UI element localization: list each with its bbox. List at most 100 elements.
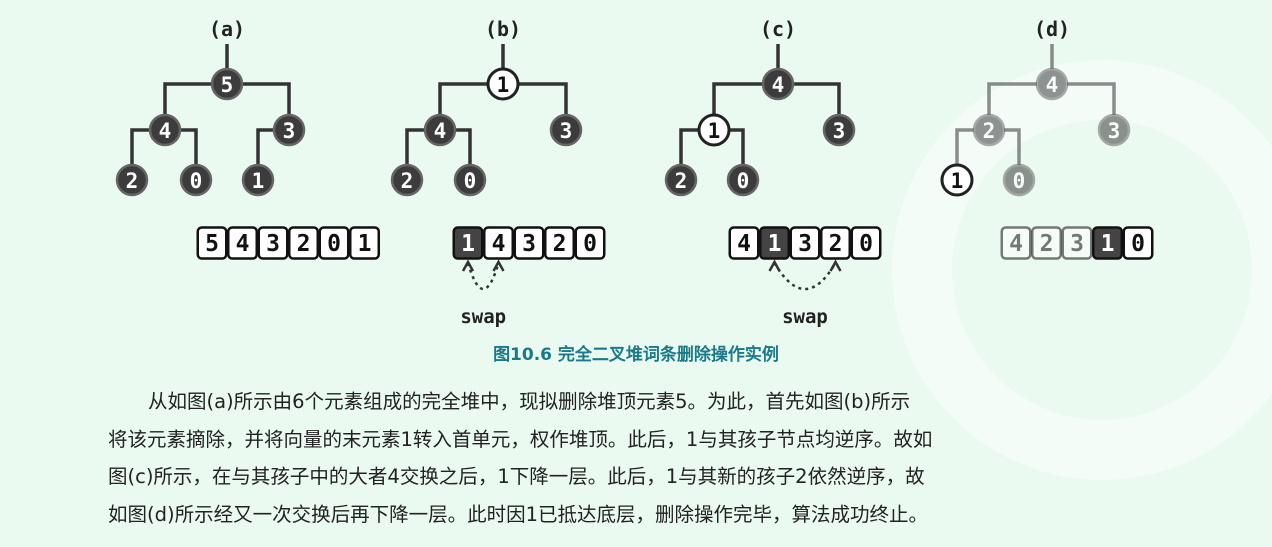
heap-panel-b: (b)14 32 01 4 3 2 0swap bbox=[390, 17, 606, 328]
panel-label: (b) bbox=[485, 17, 521, 41]
tree-edge bbox=[256, 128, 274, 165]
tree-edge bbox=[987, 82, 1037, 115]
array-cell: 0 bbox=[850, 226, 882, 260]
tree-node: 2 bbox=[115, 163, 149, 197]
tree-node: 2 bbox=[390, 163, 424, 197]
tree-node: 0 bbox=[1002, 163, 1036, 197]
array-cell: 3 bbox=[789, 226, 821, 260]
tree-edge bbox=[405, 128, 425, 165]
tree-node: 3 bbox=[272, 113, 306, 147]
svg-text:0: 0 bbox=[1131, 231, 1145, 257]
svg-text:4: 4 bbox=[236, 231, 250, 257]
svg-text:0: 0 bbox=[583, 231, 597, 257]
tree-node: 5 bbox=[210, 67, 244, 101]
svg-text:3: 3 bbox=[1108, 119, 1121, 143]
tree-node: 1 bbox=[486, 67, 520, 101]
svg-text:1: 1 bbox=[708, 119, 721, 143]
tree-edge bbox=[793, 82, 841, 115]
tree-edges bbox=[955, 44, 1116, 165]
svg-text:3: 3 bbox=[266, 231, 280, 257]
tree-node: 3 bbox=[549, 113, 583, 147]
svg-text:3: 3 bbox=[833, 119, 846, 143]
panel-label: (a) bbox=[209, 17, 245, 41]
svg-text:1: 1 bbox=[461, 231, 475, 257]
swap-label: swap bbox=[782, 306, 828, 328]
tree-node: 1 bbox=[940, 163, 974, 197]
svg-text:0: 0 bbox=[1013, 169, 1026, 193]
array-cell: 2 bbox=[288, 226, 319, 260]
svg-text:1: 1 bbox=[951, 169, 964, 193]
swap-arrow bbox=[773, 262, 837, 291]
array-cell: 0 bbox=[1122, 226, 1154, 260]
tree-edge bbox=[130, 128, 150, 165]
svg-text:2: 2 bbox=[829, 231, 843, 257]
svg-text:2: 2 bbox=[297, 231, 311, 257]
swap-arrow bbox=[466, 262, 500, 291]
tree-edge bbox=[438, 82, 488, 115]
svg-text:2: 2 bbox=[401, 169, 414, 193]
tree-edge bbox=[163, 82, 212, 115]
svg-text:1: 1 bbox=[497, 73, 510, 97]
array-cell: 4 bbox=[1000, 226, 1032, 260]
svg-text:3: 3 bbox=[522, 231, 536, 257]
array-row: 14320 bbox=[452, 226, 606, 260]
tree-node: 0 bbox=[453, 163, 487, 197]
tree-edges bbox=[679, 44, 841, 165]
svg-text:4: 4 bbox=[492, 231, 506, 257]
svg-text:1: 1 bbox=[358, 231, 372, 257]
swap-annotation: swap bbox=[768, 259, 842, 328]
arrowhead-icon bbox=[829, 259, 842, 272]
array-cell: 3 bbox=[257, 226, 289, 260]
heap-deletion-diagram: (a)54 32 0 15 4 3 2 0 1(b)14 32 01 4 3 2 0swap(c)41 32 0… bbox=[115, 17, 1154, 328]
array-cell: 0 bbox=[318, 226, 350, 260]
tree-edge bbox=[180, 128, 198, 165]
svg-text:1: 1 bbox=[252, 169, 265, 193]
svg-text:0: 0 bbox=[737, 169, 750, 193]
arrowhead-icon bbox=[492, 259, 505, 272]
svg-text:3: 3 bbox=[560, 119, 573, 143]
array-cell: 2 bbox=[820, 226, 851, 260]
paragraph-line: 将该元素摘除，并将向量的末元素1转入首单元，权作堆顶。此后，1与其孩子节点均逆序… bbox=[108, 427, 933, 451]
tree-node: 1 bbox=[697, 113, 731, 147]
figure-caption: 图10.6 完全二叉堆词条删除操作实例 bbox=[493, 345, 779, 365]
tree-node: 2 bbox=[664, 163, 698, 197]
svg-text:2: 2 bbox=[1040, 231, 1054, 257]
tree-edge bbox=[729, 128, 745, 165]
array-cell: 4 bbox=[227, 226, 258, 260]
tree-edge bbox=[455, 128, 472, 165]
svg-text:0: 0 bbox=[190, 169, 203, 193]
array-cell: 2 bbox=[544, 226, 575, 260]
array-cell: 1 bbox=[452, 226, 484, 260]
svg-text:3: 3 bbox=[798, 231, 812, 257]
heap-panel-c: (c)41 32 04 1 3 2 0swap bbox=[664, 17, 882, 328]
svg-text:0: 0 bbox=[464, 169, 477, 193]
heap-panel-d: (d)42 31 04 2 3 1 0 bbox=[940, 17, 1154, 260]
array-row: 41320 bbox=[728, 226, 882, 260]
tree-node: 4 bbox=[1035, 67, 1069, 101]
array-cell: 1 bbox=[759, 226, 790, 260]
svg-text:4: 4 bbox=[1046, 73, 1059, 97]
tree-node: 4 bbox=[761, 67, 795, 101]
svg-text:4: 4 bbox=[159, 119, 172, 143]
array-row: 543201 bbox=[196, 226, 380, 260]
svg-text:1: 1 bbox=[1101, 231, 1115, 257]
tree-edge bbox=[712, 82, 763, 115]
tree-node: 0 bbox=[726, 163, 760, 197]
paragraph-line: 从如图(a)所示由6个元素组成的完全堆中，现拟删除堆顶元素5。为此，首先如图(b… bbox=[148, 390, 911, 413]
array-cell: 3 bbox=[1061, 226, 1093, 260]
svg-text:4: 4 bbox=[737, 231, 751, 257]
array-cell: 3 bbox=[513, 226, 545, 260]
array-cell: 5 bbox=[196, 226, 228, 260]
tree-node: 2 bbox=[972, 113, 1006, 147]
tree-edge bbox=[242, 82, 291, 115]
tree-edge bbox=[518, 82, 568, 115]
tree-edges bbox=[405, 44, 568, 165]
arrowhead-icon bbox=[461, 259, 475, 272]
svg-text:2: 2 bbox=[553, 231, 567, 257]
svg-text:3: 3 bbox=[1070, 231, 1084, 257]
paragraph-line: 图(c)所示，在与其孩子中的大者4交换之后，1下降一层。此后，1与其新的孩子2依… bbox=[108, 465, 925, 488]
svg-text:4: 4 bbox=[1009, 231, 1023, 257]
svg-text:0: 0 bbox=[327, 231, 341, 257]
array-cell: 1 bbox=[1092, 226, 1123, 260]
tree-node: 0 bbox=[179, 163, 213, 197]
